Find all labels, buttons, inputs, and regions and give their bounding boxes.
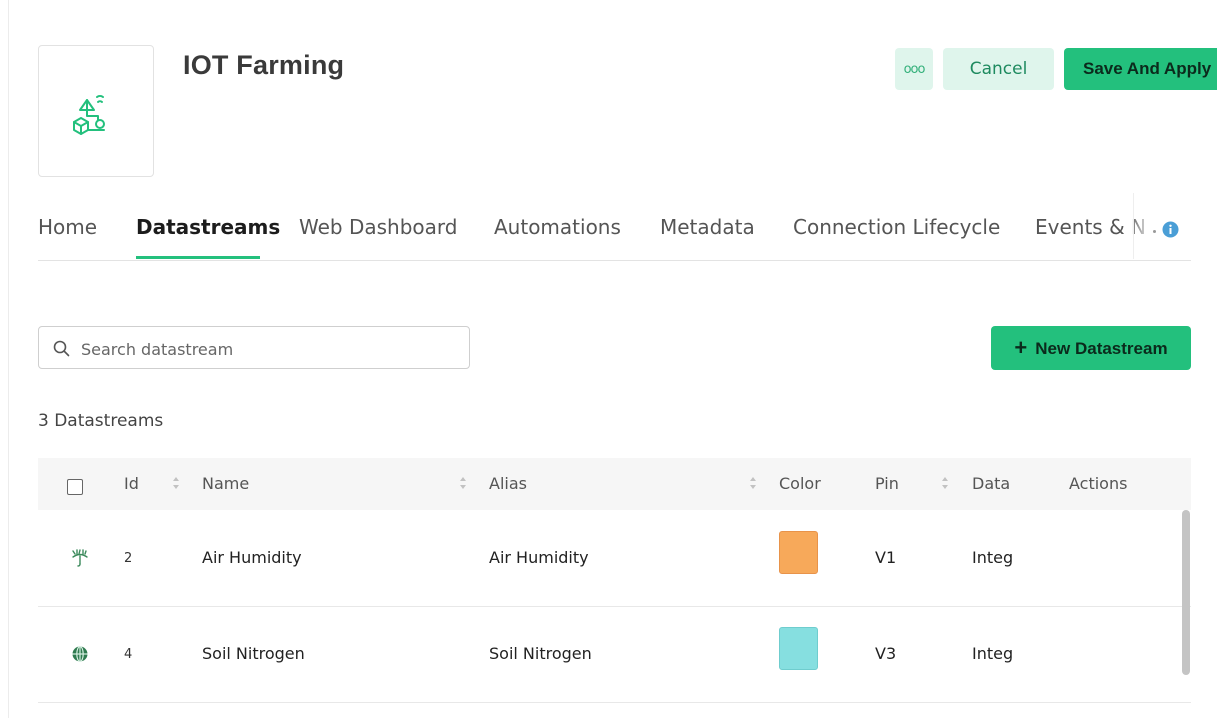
tab-home[interactable]: Home bbox=[38, 215, 97, 239]
sort-icon[interactable] bbox=[172, 476, 180, 490]
column-header-alias[interactable]: Alias bbox=[489, 474, 527, 493]
datastream-name[interactable]: Air Humidity bbox=[202, 548, 302, 567]
tab-bar: Home Datastreams Web Dashboard Automatio… bbox=[38, 193, 1192, 261]
color-swatch bbox=[779, 627, 818, 670]
column-header-pin[interactable]: Pin bbox=[875, 474, 899, 493]
tab-metadata[interactable]: Metadata bbox=[660, 215, 755, 239]
iot-farming-icon bbox=[73, 95, 105, 135]
datastream-data-type: Integ bbox=[972, 548, 1014, 567]
table-scrollbar[interactable] bbox=[1182, 510, 1190, 675]
new-datastream-button[interactable]: + New Datastream bbox=[991, 326, 1191, 370]
table-row[interactable]: 2 Air Humidity Air Humidity V1 Integ bbox=[38, 510, 1191, 607]
tab-web-dashboard[interactable]: Web Dashboard bbox=[299, 215, 457, 239]
new-datastream-label: New Datastream bbox=[1035, 339, 1168, 358]
column-header-color: Color bbox=[779, 474, 821, 493]
datastream-alias: Air Humidity bbox=[489, 548, 589, 567]
tab-events-notifications[interactable]: Events & N bbox=[1035, 215, 1146, 239]
datastream-pin: V1 bbox=[875, 548, 897, 567]
air-humidity-icon bbox=[72, 549, 88, 567]
tab-datastreams[interactable]: Datastreams bbox=[136, 215, 280, 239]
color-swatch bbox=[779, 531, 818, 574]
column-header-actions: Actions bbox=[1069, 474, 1128, 493]
datastream-id: 2 bbox=[124, 551, 133, 566]
template-image-card[interactable] bbox=[38, 45, 154, 177]
cancel-button[interactable]: Cancel bbox=[943, 48, 1054, 90]
search-input[interactable] bbox=[79, 335, 463, 363]
active-tab-indicator bbox=[136, 256, 260, 259]
more-options-button[interactable]: ooo bbox=[895, 48, 933, 90]
column-header-id[interactable]: Id bbox=[124, 474, 139, 493]
tab-connection-lifecycle[interactable]: Connection Lifecycle bbox=[793, 215, 1000, 239]
sort-icon[interactable] bbox=[941, 476, 949, 490]
table-header: Id Name Alias Color Pin Data Actions bbox=[38, 458, 1191, 510]
search-icon bbox=[53, 340, 70, 357]
table-row[interactable]: 4 Soil Nitrogen Soil Nitrogen V3 Integ bbox=[38, 606, 1191, 703]
save-and-apply-button[interactable]: Save And Apply bbox=[1064, 48, 1217, 90]
datastream-alias: Soil Nitrogen bbox=[489, 644, 592, 663]
info-icon[interactable] bbox=[1162, 221, 1179, 238]
select-all-checkbox[interactable] bbox=[67, 479, 83, 495]
plus-icon: + bbox=[1014, 335, 1028, 360]
datastream-data-type: Integ bbox=[972, 644, 1014, 663]
datastream-id: 4 bbox=[124, 647, 133, 662]
sort-icon[interactable] bbox=[749, 476, 757, 490]
page-title: IOT Farming bbox=[183, 50, 345, 80]
tab-automations[interactable]: Automations bbox=[494, 215, 621, 239]
datastream-count: 3 Datastreams bbox=[38, 411, 164, 431]
search-box[interactable] bbox=[38, 326, 470, 369]
datastream-name[interactable]: Soil Nitrogen bbox=[202, 644, 305, 663]
datastream-pin: V3 bbox=[875, 644, 897, 663]
tab-overflow-dot bbox=[1153, 230, 1156, 233]
globe-icon bbox=[72, 645, 88, 663]
column-header-name[interactable]: Name bbox=[202, 474, 249, 493]
page-left-border bbox=[8, 0, 9, 718]
sort-icon[interactable] bbox=[459, 476, 467, 490]
column-header-data-type[interactable]: Data bbox=[972, 474, 1012, 493]
